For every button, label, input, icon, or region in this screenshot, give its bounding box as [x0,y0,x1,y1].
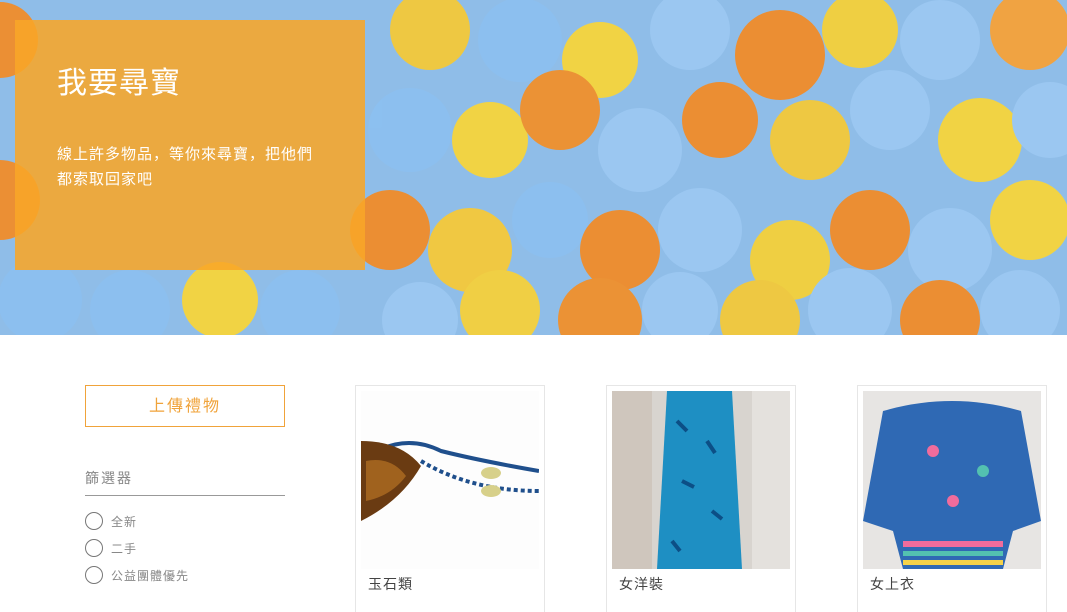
product-image[interactable] [612,391,790,569]
product-card[interactable]: 女洋裝 [606,385,796,612]
product-label: 女洋裝 [619,577,664,593]
filter-option-new[interactable]: 全新 [85,511,137,531]
blouse-image [863,391,1041,569]
filter-option-charity-priority[interactable]: 公益團體優先 [85,565,189,585]
filter-option-label: 公益團體優先 [111,568,190,583]
dress-image [612,391,790,569]
upload-gift-button[interactable]: 上傳禮物 [85,385,285,427]
product-card[interactable]: 玉石類 [355,385,545,612]
product-image[interactable] [863,391,1041,569]
product-card[interactable]: 女上衣 [857,385,1047,612]
hero-title: 我要尋寶 [57,66,181,101]
product-image[interactable] [361,391,539,569]
hero-description: 線上許多物品，等你來尋寶，把他們都索取回家吧 [57,145,314,188]
filter-title: 篩選器 [85,471,133,487]
radio-icon[interactable] [85,512,103,530]
filter-option-used[interactable]: 二手 [85,538,137,558]
filter-option-label: 全新 [111,514,138,529]
filter-option-label: 二手 [111,541,138,556]
radio-icon[interactable] [85,539,103,557]
hero-overlay-box: 我要尋寶 線上許多物品，等你來尋寶，把他們都索取回家吧 [15,20,365,270]
hero-banner: 我要尋寶 線上許多物品，等你來尋寶，把他們都索取回家吧 [0,0,1067,335]
necklace-image [361,391,539,569]
product-label: 女上衣 [870,577,915,593]
filter-divider [85,495,285,496]
product-label: 玉石類 [368,577,413,593]
radio-icon[interactable] [85,566,103,584]
